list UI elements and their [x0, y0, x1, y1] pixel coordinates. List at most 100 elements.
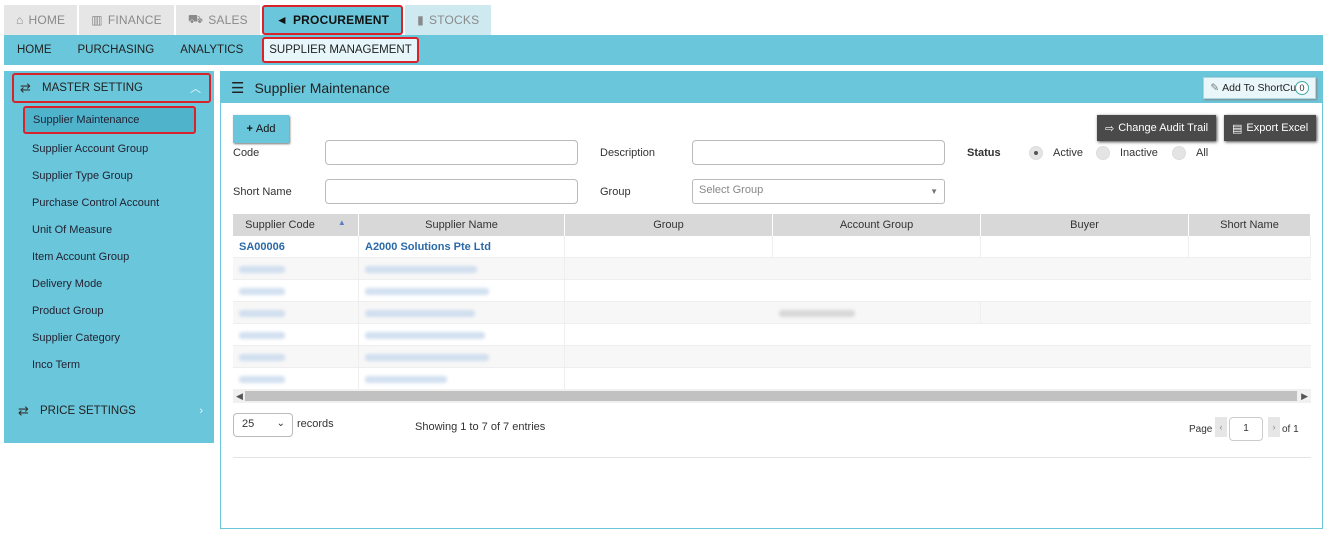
table-row[interactable]: SA00006 A2000 Solutions Pte Ltd — [233, 236, 1311, 258]
table-row-redacted[interactable] — [233, 346, 1311, 368]
redacted-cell — [359, 280, 565, 302]
sort-asc-icon: ▲ — [337, 218, 346, 227]
home-icon: ⌂ — [16, 13, 24, 27]
col-group[interactable]: Group — [565, 214, 773, 236]
subnav-supplier-management[interactable]: SUPPLIER MANAGEMENT — [262, 37, 419, 63]
records-label: records — [297, 418, 334, 430]
description-input[interactable] — [692, 140, 945, 165]
status-all-radio[interactable] — [1172, 146, 1186, 160]
sidebar-item-unit-of-measure[interactable]: Unit Of Measure — [32, 224, 112, 236]
buyer-cell — [981, 236, 1189, 258]
shortcut-count-badge: 0 — [1295, 81, 1309, 95]
sidebar-item-supplier-type-group[interactable]: Supplier Type Group — [32, 170, 133, 182]
supplier-table: Supplier Code ▲ Supplier Name Group Acco… — [233, 214, 1311, 402]
master-setting-label: MASTER SETTING — [42, 82, 143, 94]
scrollbar-thumb[interactable] — [245, 391, 1297, 401]
export-excel-label: Export Excel — [1246, 122, 1309, 134]
col-buyer[interactable]: Buyer — [981, 214, 1189, 236]
prev-page-button[interactable]: ‹ — [1215, 417, 1227, 437]
add-to-shortcut-label: Add To ShortCut — [1222, 82, 1299, 94]
divider — [233, 457, 1311, 458]
redacted-cell — [233, 302, 359, 324]
horizontal-scrollbar[interactable]: ◀ ▶ — [233, 389, 1311, 403]
status-active-label: Active — [1053, 147, 1083, 159]
export-excel-button[interactable]: ▤ Export Excel — [1224, 115, 1317, 141]
master-setting-toggle[interactable]: ⇄ MASTER SETTING ︿ — [12, 73, 211, 103]
sidebar-item-supplier-category[interactable]: Supplier Category — [32, 332, 120, 344]
col-supplier-code-label: Supplier Code — [245, 219, 315, 231]
status-inactive-radio[interactable] — [1096, 146, 1110, 160]
table-row-redacted[interactable] — [233, 302, 1311, 324]
chevron-down-icon: ⌄ — [276, 418, 285, 429]
redacted-cell — [359, 346, 565, 368]
table-row-redacted[interactable] — [233, 368, 1311, 390]
next-page-button[interactable]: › — [1268, 417, 1280, 437]
add-button-label: Add — [255, 123, 276, 135]
col-account-group[interactable]: Account Group — [773, 214, 981, 236]
redacted-cell — [773, 302, 981, 324]
redacted-cell — [359, 324, 565, 346]
table-row-redacted[interactable] — [233, 324, 1311, 346]
add-to-shortcut-button[interactable]: ✎ Add To ShortCut 0 — [1203, 77, 1316, 99]
pin-icon: ✎ — [1210, 82, 1220, 94]
table-header: Supplier Code ▲ Supplier Name Group Acco… — [233, 214, 1311, 236]
redacted-cell — [233, 280, 359, 302]
status-active-radio[interactable] — [1029, 146, 1043, 160]
tab-finance[interactable]: ▥ FINANCE — [79, 5, 174, 35]
tab-home[interactable]: ⌂ HOME — [4, 5, 78, 35]
sidebar-item-supplier-maintenance[interactable]: Supplier Maintenance — [23, 106, 196, 134]
sidebar-item-purchase-control-account[interactable]: Purchase Control Account — [32, 197, 159, 209]
chevron-up-icon: ︿ — [190, 83, 201, 95]
redacted-cell — [359, 258, 565, 280]
subnav-home[interactable]: HOME — [4, 37, 65, 63]
col-short-name[interactable]: Short Name — [1189, 214, 1311, 236]
add-button[interactable]: + Add — [233, 115, 289, 143]
account-group-cell — [773, 236, 981, 258]
supplier-code-cell[interactable]: SA00006 — [233, 236, 359, 258]
page-number-input[interactable]: 1 — [1229, 417, 1263, 441]
status-inactive-label: Inactive — [1120, 147, 1158, 159]
panel-header: ☰ Supplier Maintenance — [221, 72, 1322, 103]
change-audit-trail-button[interactable]: ⇨ Change Audit Trail — [1097, 115, 1217, 141]
entries-info: Showing 1 to 7 of 7 entries — [415, 421, 546, 433]
tab-stocks[interactable]: ▮ STOCKS — [405, 5, 492, 35]
menu-icon[interactable]: ☰ — [231, 79, 244, 97]
short-name-input[interactable] — [325, 179, 578, 204]
sidebar-item-supplier-account-group[interactable]: Supplier Account Group — [32, 143, 148, 155]
audit-icon: ⇨ — [1105, 122, 1115, 135]
group-select[interactable]: Select Group ▼ — [692, 179, 945, 204]
table-row-redacted[interactable] — [233, 258, 1311, 280]
excel-icon: ▤ — [1232, 122, 1243, 135]
code-label: Code — [233, 147, 260, 159]
sidebar-item-delivery-mode[interactable]: Delivery Mode — [32, 278, 102, 290]
col-supplier-name[interactable]: Supplier Name — [359, 214, 565, 236]
scroll-right-icon[interactable]: ▶ — [1301, 389, 1308, 403]
code-input[interactable] — [325, 140, 578, 165]
scroll-left-icon[interactable]: ◀ — [236, 389, 243, 403]
module-tabs: ⌂ HOME ▥ FINANCE ⛟ SALES ◄ PROCUREMENT ▮… — [4, 5, 493, 35]
redacted-cell — [233, 346, 359, 368]
tab-sales[interactable]: ⛟ SALES — [175, 5, 260, 35]
group-label: Group — [600, 186, 631, 198]
plus-icon: + — [246, 123, 253, 135]
sidebar-item-inco-term[interactable]: Inco Term — [32, 359, 80, 371]
group-select-placeholder: Select Group — [699, 184, 764, 196]
subnav-purchasing[interactable]: PURCHASING — [65, 37, 168, 63]
col-supplier-code[interactable]: Supplier Code ▲ — [233, 214, 359, 236]
sidebar-item-item-account-group[interactable]: Item Account Group — [32, 251, 129, 263]
sidebar-item-product-group[interactable]: Product Group — [32, 305, 104, 317]
tab-procurement[interactable]: ◄ PROCUREMENT — [261, 5, 404, 35]
supplier-maintenance-panel: ☰ Supplier Maintenance ✎ Add To ShortCut… — [220, 71, 1323, 529]
sidebar: ⇄ MASTER SETTING ︿ Supplier Maintenance … — [4, 71, 214, 443]
tab-finance-label: FINANCE — [107, 13, 162, 27]
supplier-name-cell[interactable]: A2000 Solutions Pte Ltd — [359, 236, 565, 258]
sub-nav: HOME PURCHASING ANALYTICS SUPPLIER MANAG… — [4, 35, 1323, 65]
tab-sales-label: SALES — [208, 13, 248, 27]
subnav-analytics[interactable]: ANALYTICS — [167, 37, 256, 63]
cart-icon: ⛟ — [187, 12, 204, 26]
page-size-select[interactable]: 25 ⌄ — [233, 413, 293, 437]
bar-chart-icon: ▮ — [417, 13, 424, 27]
price-settings-label: PRICE SETTINGS — [40, 405, 136, 417]
table-row-redacted[interactable] — [233, 280, 1311, 302]
price-settings-toggle[interactable]: ⇄ PRICE SETTINGS › — [12, 396, 211, 426]
